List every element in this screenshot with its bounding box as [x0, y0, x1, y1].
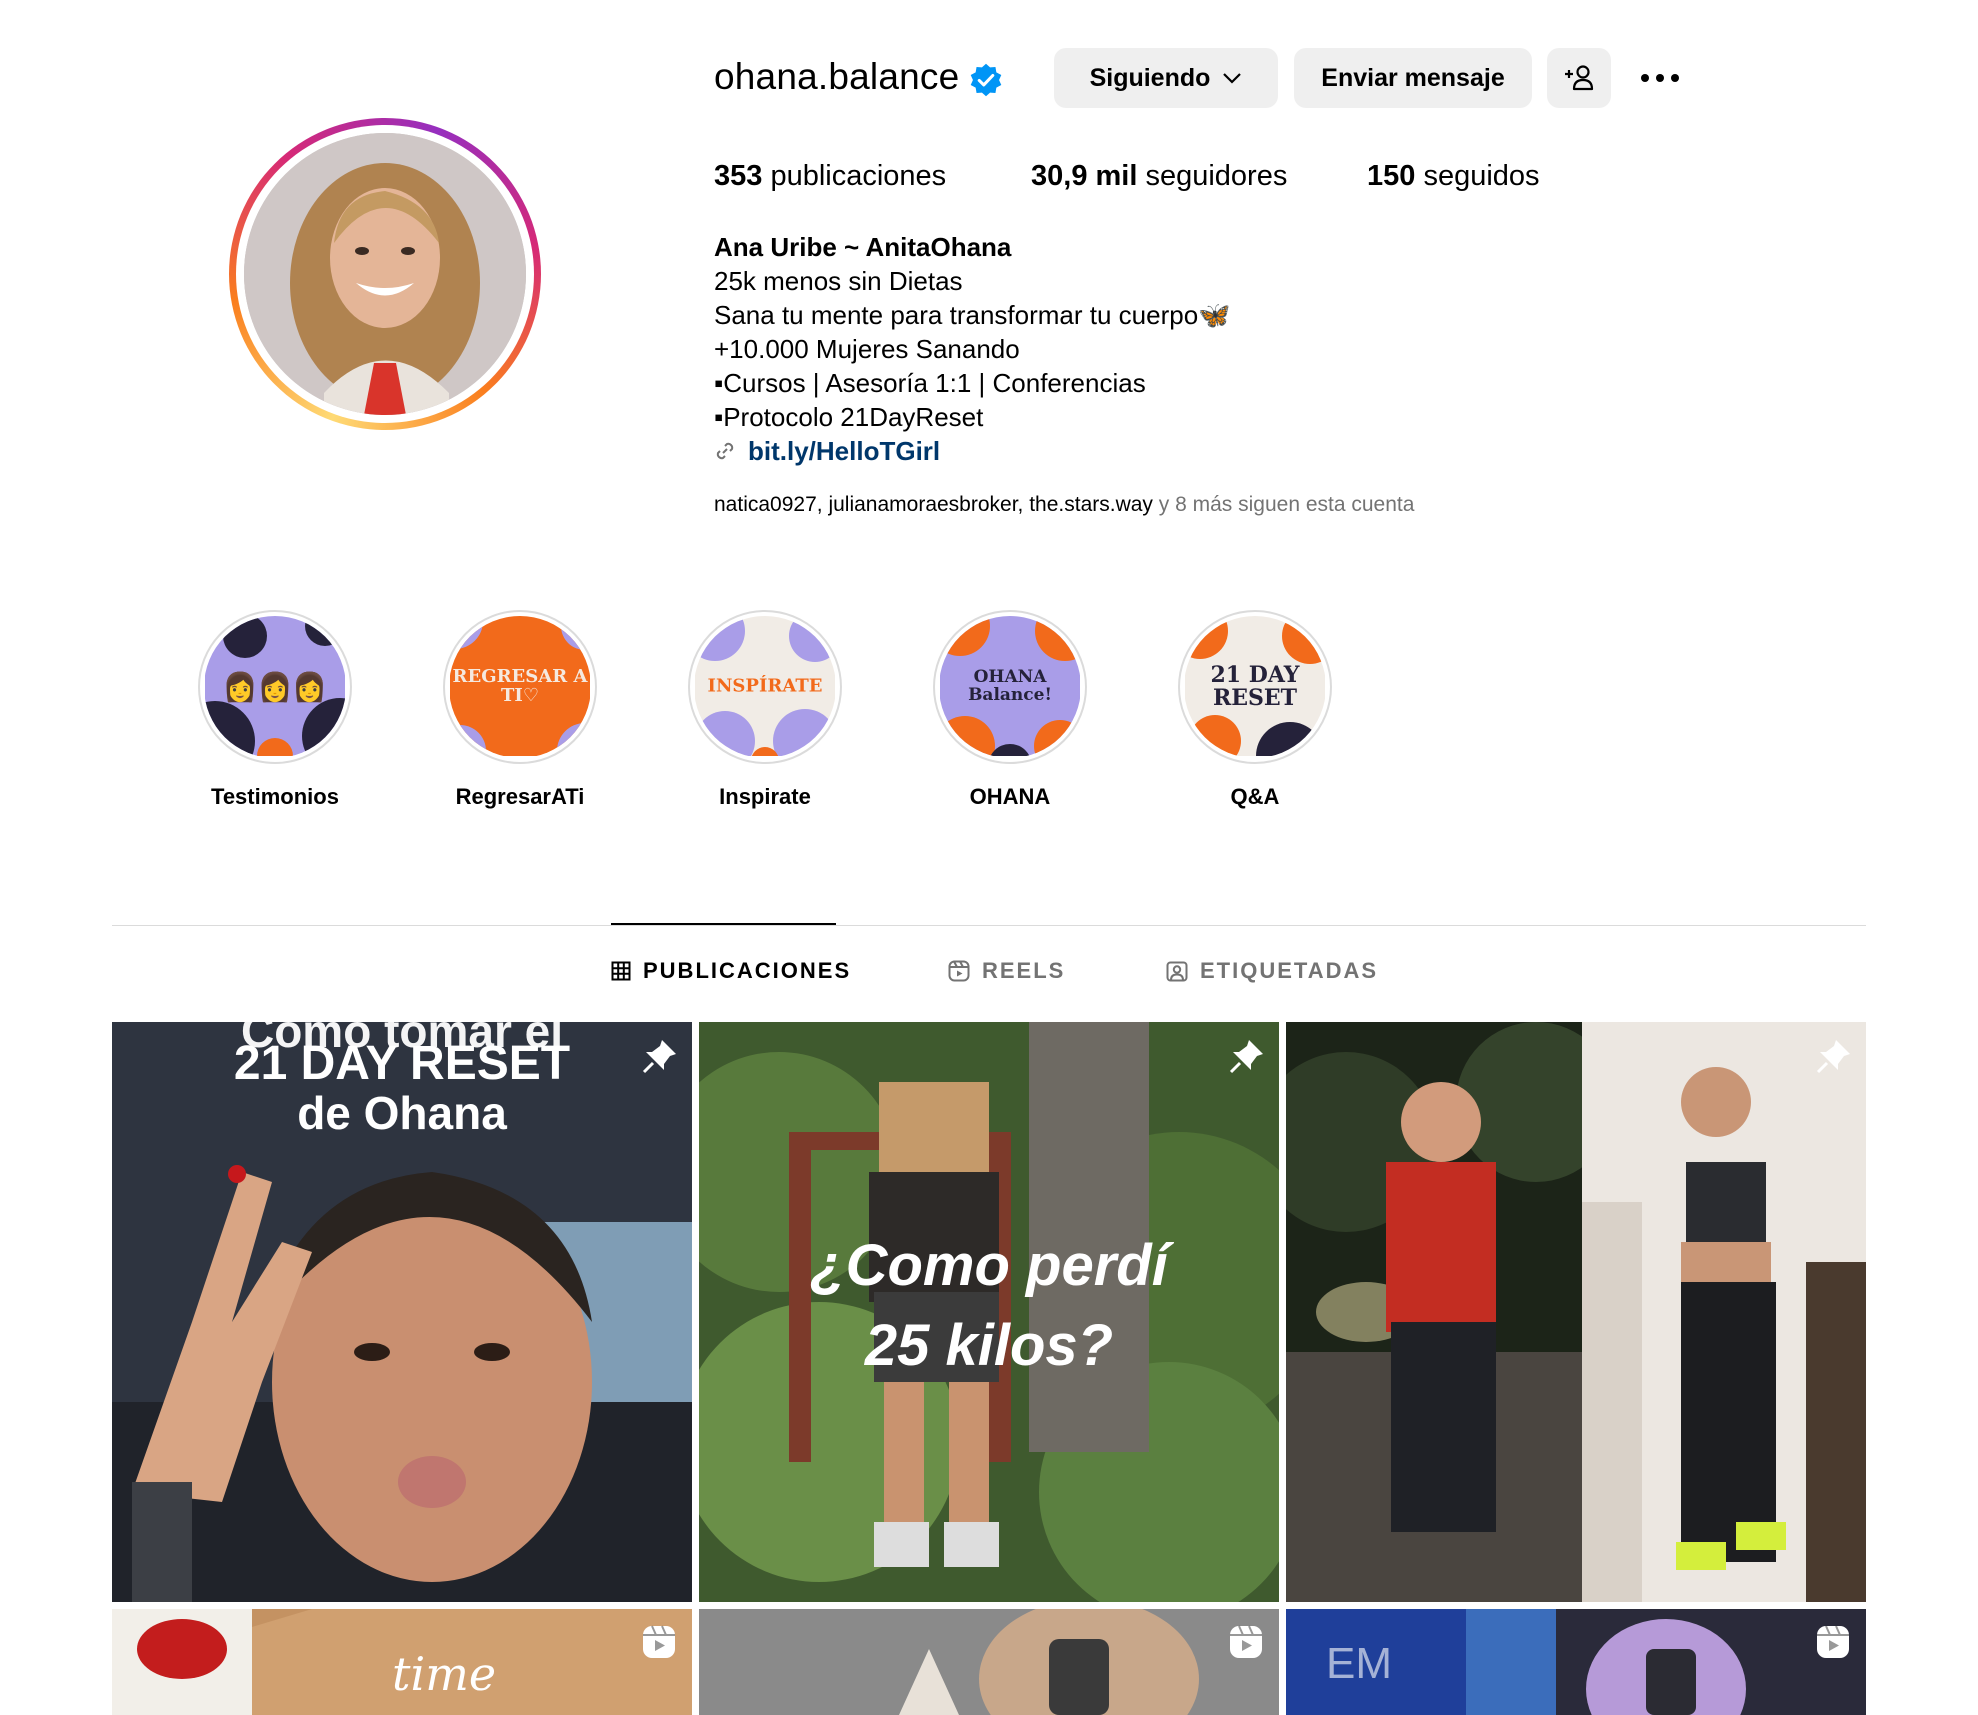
- tab-publicaciones[interactable]: PUBLICACIONES: [611, 958, 851, 984]
- add-user-icon: [1565, 65, 1594, 91]
- highlight-cover: 👩👩👩: [204, 616, 346, 758]
- tab-label: REELS: [982, 958, 1066, 983]
- highlight-cover: 21 DAY RESET: [1184, 616, 1326, 758]
- highlight-label: RegresarATi: [455, 784, 585, 809]
- following-button[interactable]: Siguiendo: [1054, 48, 1278, 108]
- bio-line: ▪Protocolo 21DayReset: [714, 402, 984, 432]
- highlight-cover-text: REGRESAR A TI♡: [452, 666, 588, 706]
- pin-icon: [1229, 1040, 1263, 1074]
- highlight-testimonios[interactable]: 👩👩👩 Testimonios: [195, 610, 355, 810]
- post-tile[interactable]: [699, 1609, 1279, 1715]
- highlight-cover-text: 21 DAY RESET: [1210, 661, 1300, 711]
- reel-icon: [1230, 1625, 1262, 1658]
- post-tile[interactable]: EM: [1286, 1609, 1866, 1715]
- following-label: Siguiendo: [1089, 63, 1211, 92]
- post-tile[interactable]: [1286, 1022, 1866, 1602]
- more-options-icon[interactable]: [1632, 60, 1688, 96]
- bio-link[interactable]: bit.ly/HelloTGirl: [714, 434, 1231, 468]
- follower-username[interactable]: natica0927: [714, 493, 817, 516]
- bio-name: Ana Uribe ~ AnitaOhana: [714, 232, 1012, 262]
- highlight-cover-text: 👩👩👩: [222, 670, 328, 704]
- post-overlay-text: 21 DAY RESET: [233, 1037, 571, 1090]
- highlight-cover: OHANA Balance!: [939, 616, 1081, 758]
- pin-icon: [1816, 1040, 1850, 1074]
- post-tile[interactable]: Como tomar el 21 DAY RESET de Ohana: [112, 1022, 692, 1602]
- highlight-regresarati[interactable]: REGRESAR A TI♡ RegresarATi: [440, 610, 600, 810]
- highlight-label: OHANA: [969, 784, 1051, 809]
- profile-avatar[interactable]: [229, 118, 541, 430]
- grid-icon: [611, 961, 631, 981]
- send-message-button[interactable]: Enviar mensaje: [1294, 48, 1532, 108]
- profile-bio: Ana Uribe ~ AnitaOhana 25k menos sin Die…: [714, 230, 1231, 468]
- chevron-down-icon: [1223, 73, 1242, 84]
- bio-line: 25k menos sin Dietas: [714, 266, 963, 296]
- post-tile[interactable]: ¿Como perdí 25 kilos?: [699, 1022, 1279, 1602]
- tab-label: PUBLICACIONES: [643, 958, 852, 983]
- post-overlay-text: EM: [1326, 1639, 1392, 1688]
- add-user-button[interactable]: [1547, 48, 1611, 108]
- highlight-cover-text: OHANA Balance!: [968, 667, 1052, 705]
- highlight-inspirate[interactable]: INSPÍRATE Inspirate: [685, 610, 845, 810]
- verified-badge-icon: [970, 63, 1002, 97]
- stat-posts: 353 publicaciones: [714, 160, 947, 192]
- reel-icon: [1817, 1625, 1849, 1658]
- highlight-label: Inspirate: [719, 784, 811, 809]
- profile-username: ohana.balance: [714, 56, 960, 97]
- tab-etiquetadas[interactable]: ETIQUETADAS: [1166, 958, 1378, 984]
- post-overlay-text: de Ohana: [297, 1087, 507, 1139]
- bio-link-text[interactable]: bit.ly/HelloTGirl: [748, 434, 940, 468]
- avatar-photo: [244, 133, 526, 415]
- tab-reels[interactable]: REELS: [948, 958, 1065, 984]
- bio-line: +10.000 Mujeres Sanando: [714, 334, 1020, 364]
- highlight-ohana[interactable]: OHANA Balance! OHANA: [930, 610, 1090, 810]
- highlight-cover: INSPÍRATE: [694, 616, 836, 758]
- highlight-qa[interactable]: 21 DAY RESET Q&A: [1175, 610, 1335, 810]
- active-tab-indicator: [611, 923, 836, 925]
- highlight-label: Testimonios: [211, 784, 339, 809]
- reel-icon: [643, 1625, 675, 1658]
- post-overlay-text: ¿Como perdí: [810, 1233, 1168, 1298]
- follower-username[interactable]: the.stars.way: [1029, 493, 1153, 516]
- followed-by-suffix: y 8 más siguen esta cuenta: [1158, 493, 1415, 516]
- post-image: [699, 1609, 1279, 1715]
- send-message-label: Enviar mensaje: [1321, 63, 1505, 92]
- tagged-icon: [1166, 961, 1188, 982]
- tab-label: ETIQUETADAS: [1200, 958, 1379, 983]
- stat-following[interactable]: 150 seguidos: [1367, 160, 1540, 193]
- reels-icon: [948, 960, 970, 982]
- post-image: [1286, 1022, 1866, 1602]
- tabs-divider: [112, 925, 1866, 926]
- stat-followers[interactable]: 30,9 mil seguidores: [1031, 160, 1287, 193]
- link-icon: [716, 442, 734, 460]
- followed-by[interactable]: natica0927, julianamoraesbroker, the.sta…: [714, 493, 1414, 517]
- highlight-cover-text: INSPÍRATE: [707, 675, 823, 697]
- pin-icon: [642, 1040, 676, 1074]
- post-overlay-text: time: [392, 1647, 497, 1701]
- post-tile[interactable]: time: [112, 1609, 692, 1715]
- bio-line: ▪Cursos | Asesoría 1:1 | Conferencias: [714, 368, 1146, 398]
- highlight-label: Q&A: [1230, 784, 1280, 809]
- follower-username[interactable]: julianamoraesbroker: [828, 493, 1017, 516]
- highlight-cover: REGRESAR A TI♡: [449, 616, 591, 758]
- bio-line: Sana tu mente para transformar tu cuerpo…: [714, 300, 1231, 330]
- post-overlay-text: 25 kilos?: [864, 1313, 1114, 1378]
